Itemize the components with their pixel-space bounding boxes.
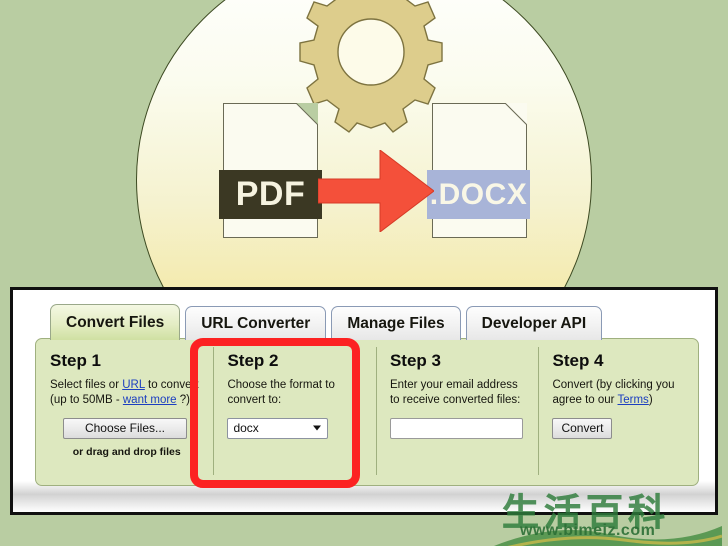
chevron-down-icon [313, 425, 322, 431]
right-arrow-icon [318, 150, 434, 232]
tab-convert-files[interactable]: Convert Files [50, 304, 181, 340]
convert-button[interactable]: Convert [552, 417, 613, 439]
step-1-title: Step 1 [50, 351, 102, 370]
step-3-title: Step 3 [389, 351, 441, 370]
tab-manage-files[interactable]: Manage Files [331, 306, 461, 340]
docx-label: .DOCX [427, 170, 530, 219]
step-4-title: Step 4 [552, 351, 604, 370]
tab-developer-api[interactable]: Developer API [465, 306, 603, 340]
step-2-column: Step 2 Choose the format to convert to: … [213, 339, 376, 485]
step-3-column: Step 3 Enter your email address to recei… [375, 339, 539, 485]
terms-link[interactable]: Terms [618, 394, 649, 406]
step-3-description: Enter your email address to receive conv… [389, 379, 521, 407]
choose-files-button[interactable]: Choose Files... [63, 417, 187, 439]
watermark: 生活百科 www.bimeiz.com [494, 482, 722, 546]
tab-bar: Convert Files URL Converter Manage Files… [50, 303, 603, 340]
screenshot-root: PDF .DOCX Convert Files URL Converter Ma… [0, 0, 728, 546]
drag-drop-note: or drag and drop files [72, 445, 181, 458]
converter-panel-inner: Convert Files URL Converter Manage Files… [13, 290, 715, 512]
step-4-text-b: ) [648, 394, 653, 407]
steps-container: Step 1 Select files or URL to convert (u… [35, 338, 699, 486]
want-more-link[interactable]: want more [123, 394, 177, 406]
step-4-column: Step 4 Convert (by clicking you agree to… [538, 339, 698, 485]
step-2-description: Choose the format to convert to: [227, 379, 335, 407]
step-4-text-a: Convert (by clicking you agree to our [552, 379, 675, 407]
step-1-column: Step 1 Select files or URL to convert (u… [36, 339, 213, 485]
step-2-title: Step 2 [227, 351, 279, 370]
step-1-text-a: Select files or [50, 379, 123, 391]
converter-panel: Convert Files URL Converter Manage Files… [10, 287, 718, 515]
tab-url-converter[interactable]: URL Converter [185, 306, 327, 340]
url-link[interactable]: URL [122, 379, 145, 391]
watermark-url: www.bimeiz.com [520, 522, 656, 539]
output-format-value: docx [233, 421, 259, 436]
step-1-text-c: ?) [176, 394, 190, 407]
page-fold-icon [295, 103, 318, 126]
pdf-label: PDF [219, 170, 322, 219]
email-field[interactable] [389, 417, 523, 439]
output-format-select[interactable]: docx [227, 417, 329, 439]
step-1-description: Select files or URL to convert (up to 50… [50, 378, 199, 409]
step-4-description: Convert (by clicking you agree to our Te… [552, 378, 684, 409]
hero-illustration: PDF .DOCX [0, 0, 728, 287]
page-fold-icon [504, 103, 527, 126]
